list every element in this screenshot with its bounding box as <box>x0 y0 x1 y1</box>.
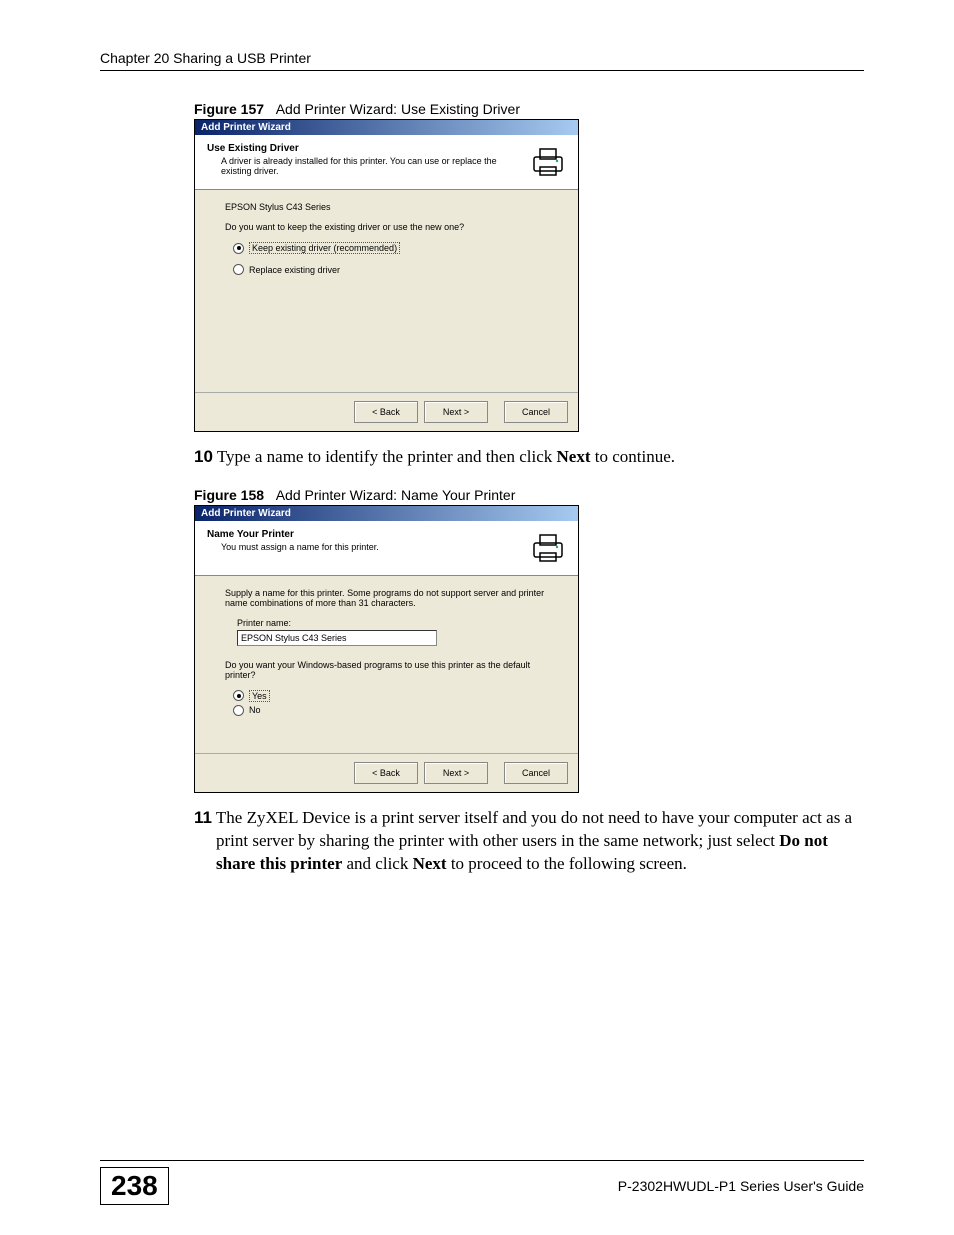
radio-icon <box>233 264 244 275</box>
step-10-bold: Next <box>557 447 591 466</box>
cancel-button[interactable]: Cancel <box>504 401 568 423</box>
dialog-use-existing-driver: Add Printer Wizard Use Existing Driver A… <box>194 119 579 432</box>
radio-no[interactable]: No <box>233 705 548 716</box>
dialog-header-title: Name Your Printer <box>207 529 379 540</box>
driver-question: Do you want to keep the existing driver … <box>225 222 548 232</box>
figure-158-caption: Figure 158 Add Printer Wizard: Name Your… <box>194 487 864 503</box>
dialog-titlebar: Add Printer Wizard <box>195 120 578 135</box>
dialog-button-row: < Back Next > Cancel <box>195 754 578 792</box>
radio-replace-label: Replace existing driver <box>249 265 340 275</box>
header-rule <box>100 70 864 71</box>
figure-158-label: Figure 158 <box>194 487 264 503</box>
page-footer: 238 P-2302HWUDL-P1 Series User's Guide <box>100 1160 864 1205</box>
dialog-body: Supply a name for this printer. Some pro… <box>195 576 578 753</box>
dialog-header-text: Name Your Printer You must assign a name… <box>207 529 379 552</box>
supply-name-text: Supply a name for this printer. Some pro… <box>225 588 548 608</box>
printer-icon <box>530 143 566 179</box>
next-button[interactable]: Next > <box>424 401 488 423</box>
dialog-titlebar: Add Printer Wizard <box>195 506 578 521</box>
radio-icon <box>233 705 244 716</box>
printer-name-input[interactable] <box>237 630 437 646</box>
back-button[interactable]: < Back <box>354 762 418 784</box>
figure-157-title: Add Printer Wizard: Use Existing Driver <box>276 101 520 117</box>
radio-replace-driver[interactable]: Replace existing driver <box>233 264 548 275</box>
dialog-header-title: Use Existing Driver <box>207 143 501 154</box>
step-11-mid: and click <box>342 854 412 873</box>
step-11-number: 11 <box>194 808 212 827</box>
radio-icon <box>233 243 244 254</box>
dialog-body: EPSON Stylus C43 Series Do you want to k… <box>195 190 578 392</box>
dialog-header: Use Existing Driver A driver is already … <box>195 135 578 190</box>
step-10-text: 10 Type a name to identify the printer a… <box>194 446 864 469</box>
next-button[interactable]: Next > <box>424 762 488 784</box>
step-10-post: to continue. <box>590 447 675 466</box>
figure-158-title: Add Printer Wizard: Name Your Printer <box>276 487 516 503</box>
radio-yes-label: Yes <box>249 690 270 702</box>
dialog-header: Name Your Printer You must assign a name… <box>195 521 578 576</box>
radio-keep-driver[interactable]: Keep existing driver (recommended) <box>233 242 548 254</box>
guide-name: P-2302HWUDL-P1 Series User's Guide <box>618 1178 864 1194</box>
radio-yes[interactable]: Yes <box>233 690 548 702</box>
dialog-header-subtitle: A driver is already installed for this p… <box>221 156 501 176</box>
figure-157-caption: Figure 157 Add Printer Wizard: Use Exist… <box>194 101 864 117</box>
chapter-header: Chapter 20 Sharing a USB Printer <box>100 50 864 66</box>
dialog-header-subtitle: You must assign a name for this printer. <box>221 542 379 552</box>
dialog-name-your-printer: Add Printer Wizard Name Your Printer You… <box>194 505 579 793</box>
cancel-button[interactable]: Cancel <box>504 762 568 784</box>
footer-rule <box>100 1160 864 1161</box>
radio-icon <box>233 690 244 701</box>
printer-icon <box>530 529 566 565</box>
step-11-pre: The ZyXEL Device is a print server itsel… <box>212 808 852 850</box>
radio-no-label: No <box>249 705 261 715</box>
printer-model-text: EPSON Stylus C43 Series <box>225 202 548 212</box>
printer-name-label: Printer name: <box>237 618 548 628</box>
step-11-text: 11 The ZyXEL Device is a print server it… <box>194 807 864 876</box>
step-10-pre: Type a name to identify the printer and … <box>213 447 557 466</box>
figure-157-label: Figure 157 <box>194 101 264 117</box>
back-button[interactable]: < Back <box>354 401 418 423</box>
dialog-header-text: Use Existing Driver A driver is already … <box>207 143 501 176</box>
step-11-bold2: Next <box>413 854 447 873</box>
default-printer-question: Do you want your Windows-based programs … <box>225 660 548 680</box>
step-10-number: 10 <box>194 447 213 466</box>
page-number: 238 <box>100 1167 169 1205</box>
step-11-post: to proceed to the following screen. <box>447 854 687 873</box>
dialog-button-row: < Back Next > Cancel <box>195 393 578 431</box>
radio-keep-label: Keep existing driver (recommended) <box>249 242 400 254</box>
